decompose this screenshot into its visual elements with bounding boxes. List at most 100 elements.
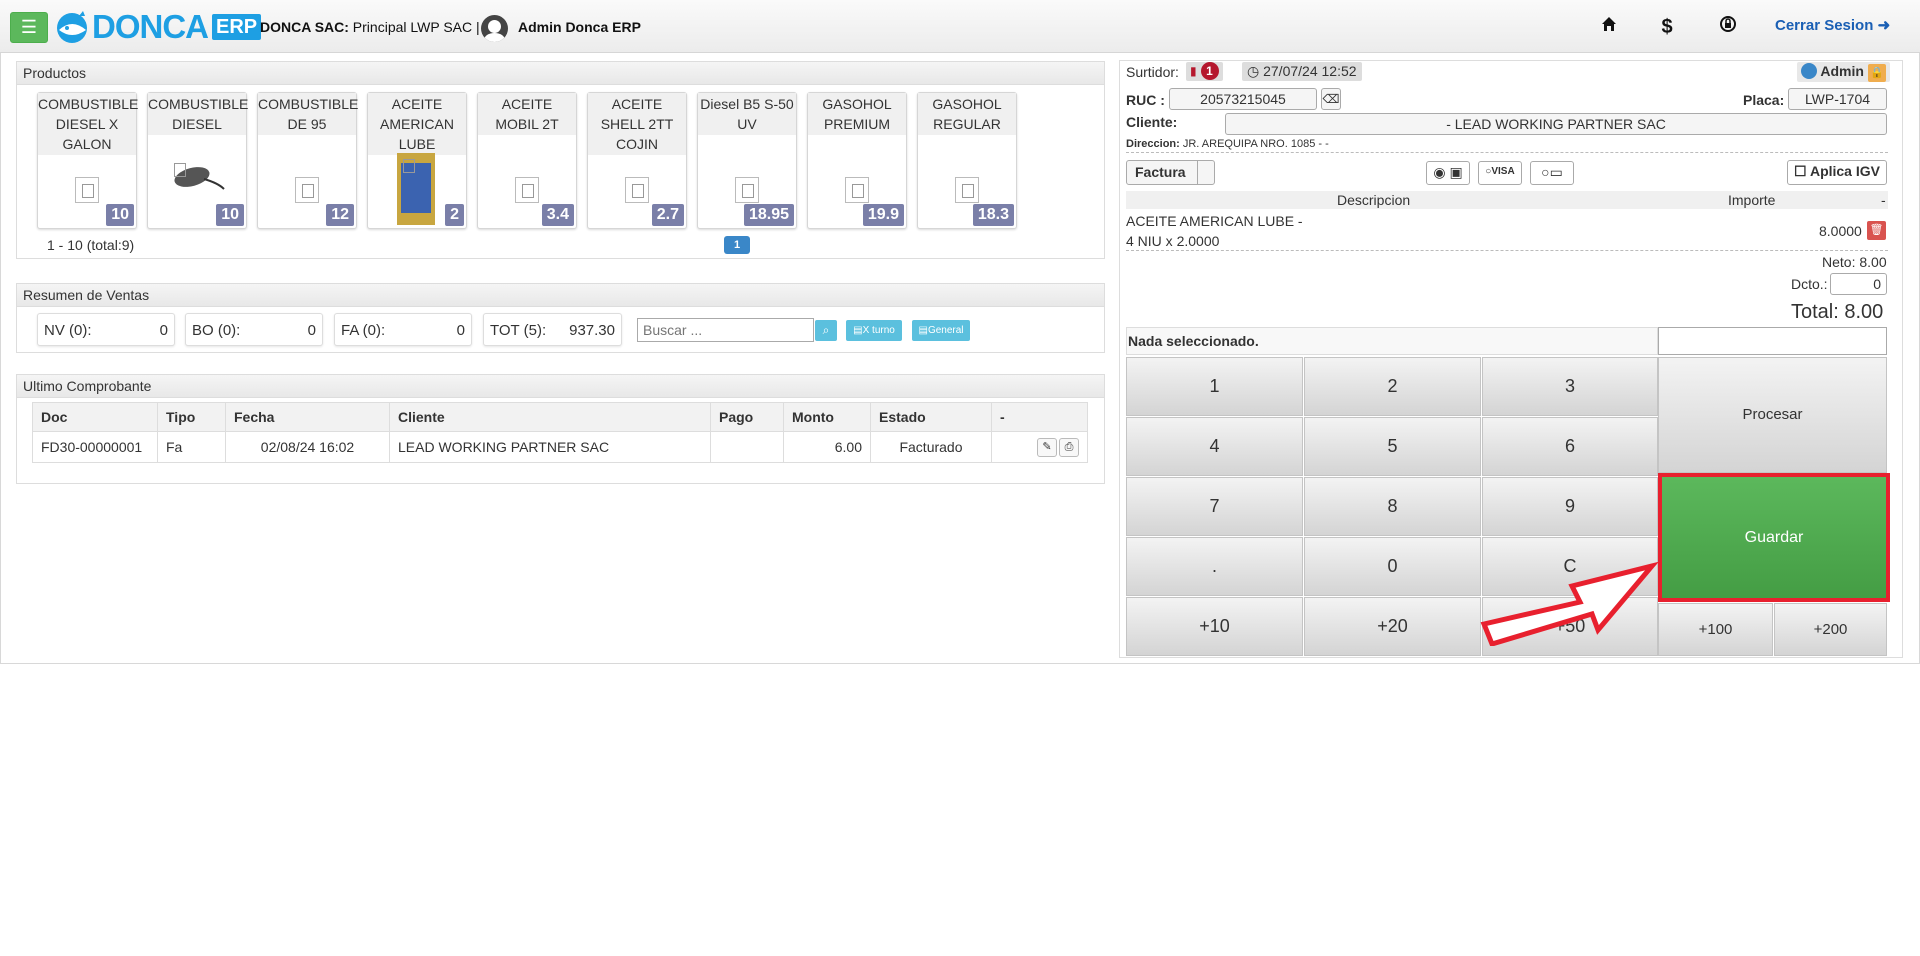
search-input[interactable] [637, 318, 814, 342]
image-placeholder-icon [168, 157, 226, 195]
print-icon[interactable]: ⎙ [1059, 438, 1079, 457]
stat-fa: FA (0): 0 [334, 313, 472, 346]
cliente-label: Cliente: [1126, 114, 1178, 130]
placa-field[interactable]: LWP-1704 [1788, 88, 1887, 110]
product-card[interactable]: Diesel B5 S-50 UV 18.95 [697, 92, 797, 229]
dcto-input[interactable]: 0 [1830, 273, 1887, 295]
key-6[interactable]: 6 [1482, 417, 1658, 476]
key-4[interactable]: 4 [1126, 417, 1303, 476]
product-card[interactable]: GASOHOL REGULAR 18.3 [917, 92, 1017, 229]
stat-value: 0 [307, 322, 316, 339]
item-description[interactable]: ACEITE AMERICAN LUBE - [1126, 213, 1303, 229]
key-plus20[interactable]: +20 [1304, 597, 1481, 656]
doc-type-select[interactable]: Factura [1126, 160, 1215, 185]
company-label: DONCA SAC: [260, 19, 349, 35]
xturno-button[interactable]: ▤X turno [846, 320, 902, 341]
ruc-label: RUC : [1126, 92, 1165, 108]
col-cliente: Cliente [389, 402, 711, 432]
admin-badge[interactable]: Admin 🔒 [1797, 62, 1890, 82]
products-title: Productos [17, 62, 1104, 85]
image-placeholder-icon [295, 177, 319, 203]
checkbox-icon: ☐ [1794, 163, 1807, 179]
datetime-value: 27/07/24 12:52 [1263, 63, 1357, 79]
stat-value: 937.30 [569, 322, 615, 339]
delete-trash-icon[interactable]: 🗑 [1867, 221, 1886, 240]
file-icon: ▤ [918, 325, 928, 336]
sync-lock-icon[interactable] [1715, 14, 1741, 40]
key-9[interactable]: 9 [1482, 477, 1658, 536]
product-price: 18.3 [972, 204, 1014, 226]
cell-monto: 6.00 [783, 431, 871, 463]
total: Total: 8.00 [1791, 301, 1884, 323]
product-price: 10 [106, 204, 134, 226]
key-dot[interactable]: . [1126, 537, 1303, 596]
product-card[interactable]: ACEITE SHELL 2TT COJIN 2.7 [587, 92, 687, 229]
product-card[interactable]: GASOHOL PREMIUM 19.9 [807, 92, 907, 229]
direccion: Direccion: JR. AREQUIPA NRO. 1085 - - [1126, 138, 1329, 150]
product-card[interactable]: ACEITE MOBIL 2T 3.4 [477, 92, 577, 229]
image-placeholder-icon [735, 177, 759, 203]
logout-link[interactable]: Cerrar Sesion ➜ [1775, 16, 1890, 34]
product-card[interactable]: ACEITE AMERICAN LUBE 2 [367, 92, 467, 229]
procesar-button[interactable]: Procesar [1658, 357, 1887, 473]
stat-nv: NV (0): 0 [37, 313, 175, 346]
product-name: GASOHOL REGULAR [918, 93, 1016, 135]
image-placeholder-icon [955, 177, 979, 203]
top-navbar: ☰ DONCA ERP DONCA SAC: Principal LWP SAC… [0, 0, 1920, 53]
last-receipt-table: Doc Tipo Fecha Cliente Pago Monto Estado… [32, 402, 1088, 463]
igv-checkbox[interactable]: ☐ Aplica IGV [1787, 160, 1887, 185]
surtidor-badge[interactable]: ▮ 1 [1186, 62, 1223, 81]
dollar-icon[interactable]: $ [1654, 14, 1680, 40]
pay-visa-radio[interactable]: ○VISA [1478, 161, 1522, 185]
selection-status: Nada seleccionado. [1128, 333, 1259, 349]
ruc-field[interactable]: 20573215045 [1169, 88, 1317, 110]
logo: DONCA ERP [53, 8, 262, 46]
key-5[interactable]: 5 [1304, 417, 1481, 476]
doc-type-label: Factura [1135, 164, 1186, 180]
search-icon: ⌕ [822, 323, 830, 337]
guardar-button[interactable]: Guardar [1662, 477, 1886, 598]
key-plus200[interactable]: +200 [1774, 603, 1887, 656]
cell-tipo: Fa [157, 431, 226, 463]
eraser-icon[interactable]: ⌫ [1321, 88, 1341, 110]
cell-doc: FD30-00000001 [32, 431, 158, 463]
guardar-highlight: Guardar [1658, 473, 1890, 602]
radio-checked-icon: ◉ [1433, 164, 1446, 180]
cell-estado: Facturado [870, 431, 992, 463]
product-card[interactable]: COMBUSTIBLE DE 95 12 [257, 92, 358, 229]
key-plus10[interactable]: +10 [1126, 597, 1303, 656]
search-button[interactable]: ⌕ [815, 320, 837, 341]
pay-cash-radio[interactable]: ◉ ▣ [1426, 161, 1470, 185]
general-button[interactable]: ▤General [912, 320, 970, 341]
page-1-button[interactable]: 1 [724, 236, 750, 254]
stat-total: TOT (5): 937.30 [483, 313, 622, 346]
key-3[interactable]: 3 [1482, 357, 1658, 416]
key-0[interactable]: 0 [1304, 537, 1481, 596]
stat-label: BO (0): [192, 322, 241, 339]
home-icon[interactable] [1596, 14, 1622, 40]
key-plus100[interactable]: +100 [1658, 603, 1773, 656]
selection-input[interactable] [1658, 327, 1887, 355]
key-7[interactable]: 7 [1126, 477, 1303, 536]
product-name: COMBUSTIBLE DIESEL [148, 93, 248, 135]
cliente-field[interactable]: - LEAD WORKING PARTNER SAC [1225, 113, 1887, 135]
key-1[interactable]: 1 [1126, 357, 1303, 416]
key-8[interactable]: 8 [1304, 477, 1481, 536]
radio-icon: ○ [1541, 164, 1550, 180]
pay-card-radio[interactable]: ○▭ [1530, 161, 1574, 185]
col-actions: - [991, 402, 1088, 432]
hamburger-menu-button[interactable]: ☰ [10, 12, 48, 43]
col-fecha: Fecha [225, 402, 390, 432]
visa-card-icon: VISA [1491, 166, 1515, 177]
chevron-down-icon [1197, 161, 1214, 184]
product-card[interactable]: COMBUSTIBLE DIESEL 10 [147, 92, 248, 229]
avatar [481, 15, 508, 42]
product-name: COMBUSTIBLE DE 95 [258, 93, 358, 135]
edit-pencil-icon[interactable]: ✎ [1037, 438, 1057, 457]
key-2[interactable]: 2 [1304, 357, 1481, 416]
image-placeholder-icon [75, 177, 99, 203]
product-name: ACEITE SHELL 2TT COJIN [588, 93, 686, 155]
col-importe: Importe [1728, 192, 1776, 208]
col-descripcion: Descripcion [1337, 192, 1411, 208]
product-card[interactable]: COMBUSTIBLE DIESEL X GALON 10 [37, 92, 138, 229]
